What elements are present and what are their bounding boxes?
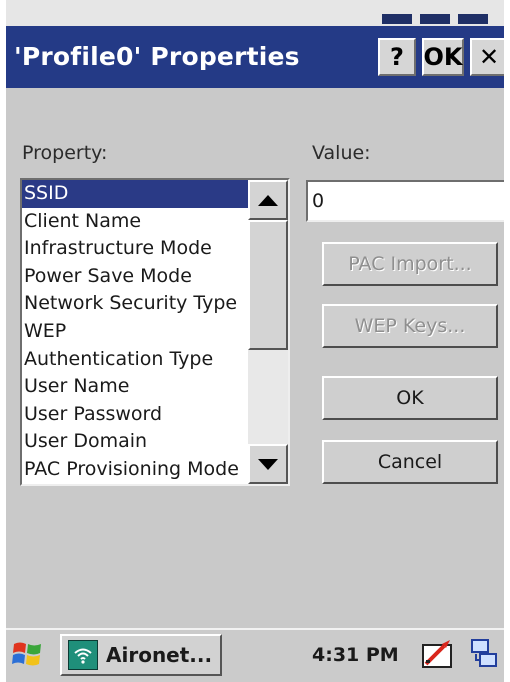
scroll-up-button[interactable] <box>248 180 288 220</box>
top-strip-segment <box>420 14 450 24</box>
taskbar-clock[interactable]: 4:31 PM <box>312 644 399 666</box>
list-scrollbar[interactable] <box>248 180 288 484</box>
wep-keys-button[interactable]: WEP Keys... <box>322 304 498 348</box>
top-strip-segment <box>382 14 412 24</box>
arrow-up-icon <box>258 194 278 206</box>
pac-import-button[interactable]: PAC Import... <box>322 242 498 286</box>
list-item[interactable]: Network Security Type <box>22 290 248 318</box>
list-item[interactable]: PAC Provisioning Mode <box>22 456 248 484</box>
device-screen: 'Profile0' Properties ? OK ✕ Property: V… <box>6 0 504 682</box>
list-item[interactable]: Authentication Type <box>22 346 248 374</box>
list-item[interactable]: User Domain <box>22 428 248 456</box>
value-label: Value: <box>312 142 371 164</box>
value-input[interactable]: 0 <box>306 180 504 222</box>
scroll-thumb[interactable] <box>248 220 288 350</box>
title-bar: 'Profile0' Properties ? OK ✕ <box>6 26 504 88</box>
top-strip <box>6 0 504 26</box>
list-item[interactable]: Power Save Mode <box>22 263 248 291</box>
property-listbox[interactable]: SSID Client Name Infrastructure Mode Power … <box>20 178 290 486</box>
network-connections-icon[interactable] <box>468 636 500 672</box>
list-item[interactable]: User Password <box>22 401 248 429</box>
list-item[interactable]: Infrastructure Mode <box>22 235 248 263</box>
list-item[interactable]: SSID <box>22 180 248 208</box>
cancel-button[interactable]: Cancel <box>322 440 498 484</box>
list-item[interactable]: WEP <box>22 318 248 346</box>
taskbar-task-aironet[interactable]: Aironet... <box>60 634 222 676</box>
list-item[interactable]: User Name <box>22 373 248 401</box>
top-strip-segment <box>458 14 488 24</box>
scroll-down-button[interactable] <box>248 444 288 484</box>
taskbar-task-label: Aironet... <box>106 643 213 667</box>
help-button[interactable]: ? <box>378 38 416 76</box>
ok-button[interactable]: OK <box>322 376 498 420</box>
wireless-icon <box>68 640 98 670</box>
taskbar: Aironet... 4:31 PM <box>6 628 504 682</box>
arrow-down-icon <box>258 458 278 470</box>
window-title: 'Profile0' Properties <box>14 42 300 71</box>
input-panel-icon[interactable] <box>420 636 456 672</box>
windows-logo-icon[interactable] <box>10 636 46 672</box>
titlebar-ok-button[interactable]: OK <box>422 38 464 76</box>
close-button[interactable]: ✕ <box>470 38 504 76</box>
list-item[interactable]: Client Name <box>22 208 248 236</box>
property-list: SSID Client Name Infrastructure Mode Power … <box>22 180 248 484</box>
property-label: Property: <box>22 142 108 164</box>
